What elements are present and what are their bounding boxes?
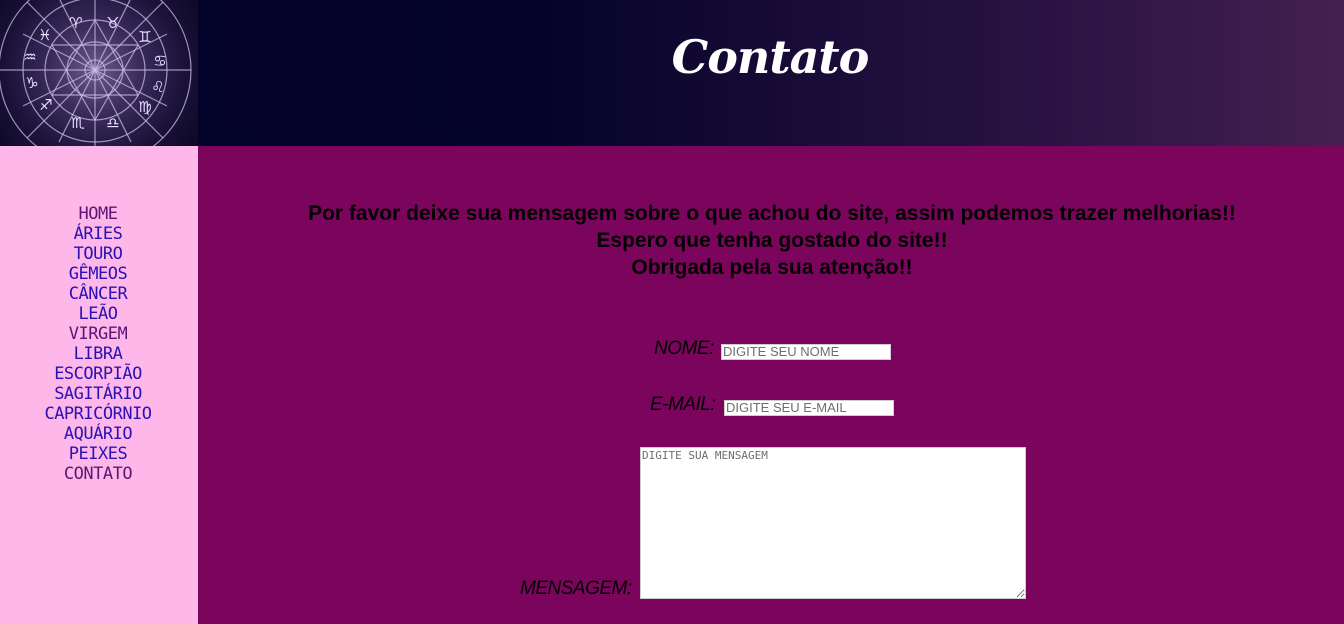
svg-text:♒: ♒ <box>23 48 36 66</box>
nav-item-peixes[interactable]: PEIXES <box>69 444 128 464</box>
nav-item-libra[interactable]: LIBRA <box>74 344 123 364</box>
message-textarea[interactable] <box>640 447 1026 599</box>
header: ♈ ♉ ♊ ♋ ♌ ♍ ♎ ♏ ♐ ♑ ♒ ♓ Contato <box>0 0 1344 146</box>
page-title: Contato <box>671 30 870 84</box>
intro-line-1: Por favor deixe sua mensagem sobre o que… <box>308 202 1236 225</box>
sidebar: HOME ÁRIES TOURO GÊMEOS CÂNCER LEÃO VIRG… <box>0 146 198 624</box>
zodiac-wheel-icon: ♈ ♉ ♊ ♋ ♌ ♍ ♎ ♏ ♐ ♑ ♒ ♓ <box>0 0 198 146</box>
nav-item-touro[interactable]: TOURO <box>74 244 123 264</box>
intro-message: Por favor deixe sua mensagem sobre o que… <box>198 200 1344 281</box>
nav-item-capricornio[interactable]: CAPRICÓRNIO <box>44 404 152 424</box>
message-label: MENSAGEM: <box>520 578 632 599</box>
svg-text:♋: ♋ <box>153 52 166 70</box>
svg-text:♉: ♉ <box>106 14 119 32</box>
svg-text:♍: ♍ <box>138 98 151 116</box>
svg-text:♊: ♊ <box>138 28 151 46</box>
nav-item-virgem[interactable]: VIRGEM <box>69 324 128 344</box>
nav-item-sagitario[interactable]: SAGITÁRIO <box>54 384 142 404</box>
nav-item-leao[interactable]: LEÃO <box>79 304 118 324</box>
nav-item-cancer[interactable]: CÂNCER <box>69 284 128 304</box>
name-input[interactable] <box>721 344 891 360</box>
svg-text:♈: ♈ <box>69 14 82 32</box>
svg-text:♌: ♌ <box>151 78 164 96</box>
intro-line-2: Espero que tenha gostado do site!! <box>596 229 948 252</box>
svg-text:♏: ♏ <box>71 114 85 132</box>
nav-item-contato[interactable]: CONTATO <box>64 464 133 484</box>
email-label: E-MAIL: <box>650 394 716 415</box>
nav-item-escorpiao[interactable]: ESCORPIÃO <box>54 364 142 384</box>
svg-text:♎: ♎ <box>106 114 119 132</box>
email-input[interactable] <box>724 400 894 416</box>
nav-item-aquario[interactable]: AQUÁRIO <box>64 424 133 444</box>
nav-item-home[interactable]: HOME <box>79 204 118 224</box>
nav-item-gemeos[interactable]: GÊMEOS <box>69 264 128 284</box>
svg-text:♑: ♑ <box>25 74 38 92</box>
nav-menu: HOME ÁRIES TOURO GÊMEOS CÂNCER LEÃO VIRG… <box>0 204 196 484</box>
svg-text:♐: ♐ <box>39 96 52 114</box>
name-label: NOME: <box>654 338 714 359</box>
intro-line-3: Obrigada pela sua atenção!! <box>631 256 913 279</box>
nav-item-aries[interactable]: ÁRIES <box>74 224 123 244</box>
main-content: Por favor deixe sua mensagem sobre o que… <box>198 146 1344 624</box>
svg-text:♓: ♓ <box>38 26 51 44</box>
